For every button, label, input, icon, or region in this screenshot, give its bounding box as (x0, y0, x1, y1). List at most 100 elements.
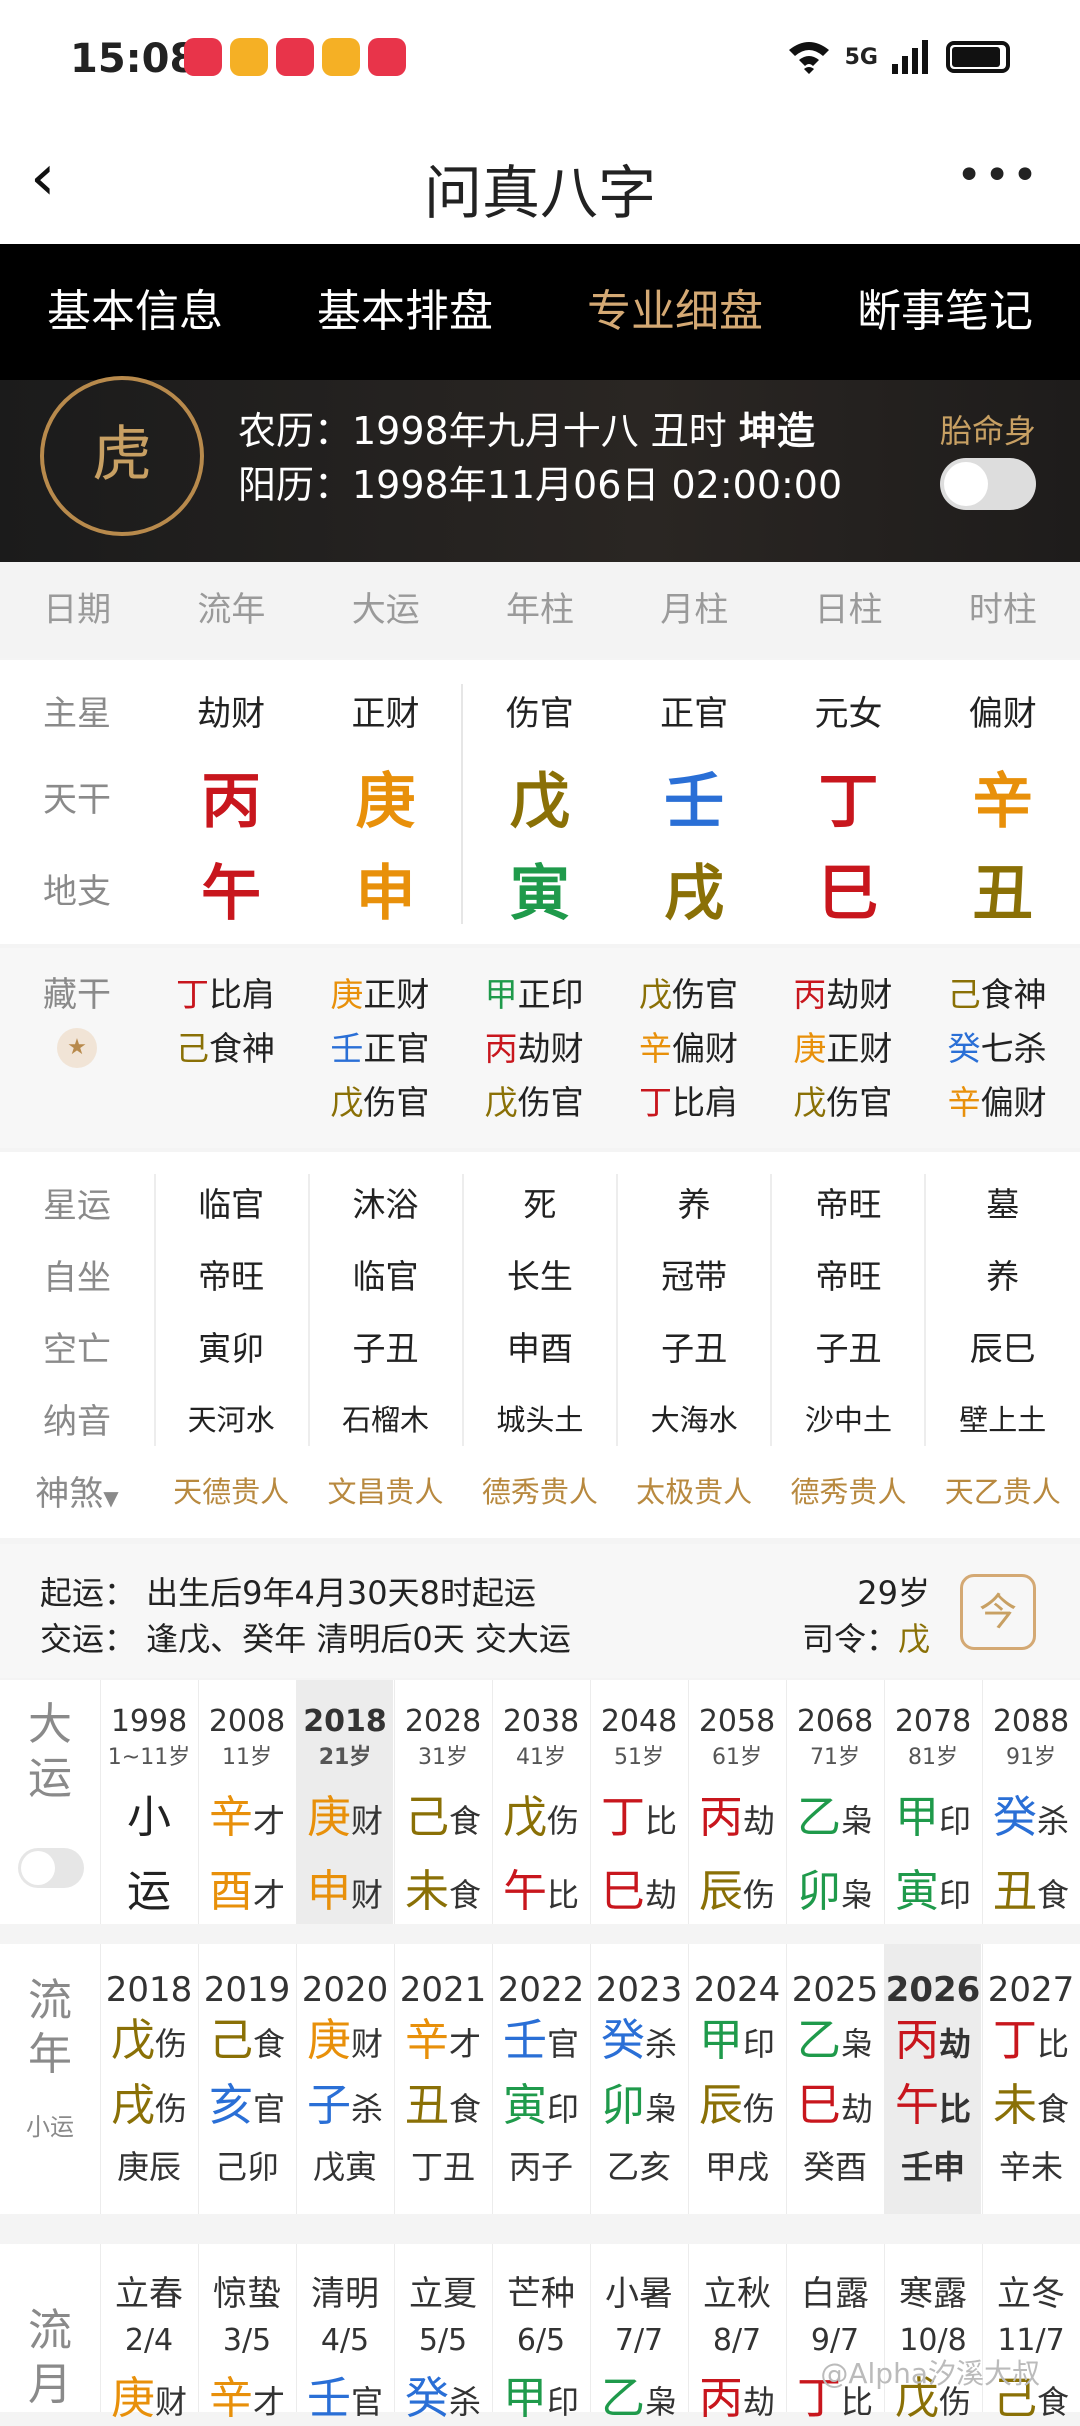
dayun-column[interactable]: 1998 1~11岁小运 (100, 1680, 197, 1924)
dayun-strip: 大运 1998 1~11岁小运 2008 11岁 辛才 酉才 2018 21岁 庚财 申财 2028… (0, 1680, 1080, 1924)
solar-term: 惊蛰 (213, 2274, 281, 2314)
liunian-stem: 甲印 (689, 2010, 785, 2075)
liunian-year: 2027 (987, 1970, 1075, 2010)
stem-cell: 庚 (355, 766, 416, 837)
hidden-stems-col: 丙劫财 庚正财 戊伤官 (771, 968, 925, 1130)
taimingshen-toggle[interactable] (940, 458, 1036, 510)
liunian-year: 2018 (105, 1970, 193, 2010)
stem-char: 辛 (209, 2373, 253, 2424)
hidden-stem-item: 庚正财 (771, 1022, 925, 1076)
dayun-branch: 午比 (493, 1855, 589, 1919)
dayun-column[interactable]: 2068 71岁 乙枭 卯枭 (786, 1680, 883, 1924)
branch-char: 亥 (209, 2080, 253, 2131)
liuyue-column[interactable]: 小暑 7/7 乙枭 (590, 2244, 687, 2424)
shensha-cell[interactable]: 德秀贵人 (771, 1469, 925, 1511)
liunian-column[interactable]: 2022 壬官 寅印 丙子 (492, 1944, 589, 2214)
branch-char: 巳 (601, 1866, 645, 1917)
shensha-cell[interactable]: 文昌贵人 (308, 1469, 462, 1511)
ten-god-short: 比 (645, 1802, 678, 1840)
dayun-year: 2088 (992, 1704, 1070, 1739)
dayun-column[interactable]: 2088 91岁 癸杀 丑食 (982, 1680, 1079, 1924)
tab-basic-chart[interactable]: 基本排盘 (270, 244, 540, 380)
ten-god-short: 才 (253, 1876, 286, 1914)
calendar-today-icon[interactable]: 今 (960, 1574, 1036, 1650)
zizuo-row: 自坐 帝旺 临官 长生 冠带 帝旺 养 (0, 1238, 1080, 1310)
liuyue-column[interactable]: 立春 2/4 庚财 (100, 2244, 197, 2424)
shensha-cell[interactable]: 天德贵人 (154, 1469, 308, 1511)
liuyue-column[interactable]: 立夏 5/5 癸杀 (394, 2244, 491, 2424)
branch-cell: 丑 (972, 858, 1033, 929)
liuyue-column[interactable]: 清明 4/5 壬官 (296, 2244, 393, 2424)
liunian-column[interactable]: 2024 甲印 辰伤 甲戌 (688, 1944, 785, 2214)
branch-char: 寅 (503, 2080, 547, 2131)
stem-cell: 戊 (509, 766, 570, 837)
column-divider (770, 1174, 772, 1446)
liunian-column[interactable]: 2023 癸杀 卯枭 乙亥 (590, 1944, 687, 2214)
ten-god-short: 劫 (939, 2025, 972, 2063)
kongwang-cell: 子丑 (815, 1329, 882, 1368)
row-label: 地支 (43, 871, 111, 912)
stem-char: 己 (405, 1792, 449, 1843)
dayun-column[interactable]: 2078 81岁 甲印 寅印 (884, 1680, 981, 1924)
dayun-column[interactable]: 2058 61岁 丙劫 辰伤 (688, 1680, 785, 1924)
tab-professional-chart[interactable]: 专业细盘 (540, 244, 810, 380)
liunian-column[interactable]: 2018 戊伤 戌伤 庚辰 (100, 1944, 197, 2214)
more-options-icon[interactable]: ••• (956, 150, 1040, 201)
shensha-cell[interactable]: 天乙贵人 (926, 1469, 1080, 1511)
shensha-cell[interactable]: 太极贵人 (617, 1469, 771, 1511)
dayun-toggle[interactable] (18, 1848, 84, 1888)
liunian-column[interactable]: 2020 庚财 子杀 戊寅 (296, 1944, 393, 2214)
liuyue-column[interactable]: 芒种 6/5 甲印 (492, 2244, 589, 2424)
shensha-cell[interactable]: 德秀贵人 (463, 1469, 617, 1511)
ten-god: 正官 (363, 1029, 430, 1068)
row-label: 神煞 (35, 1473, 104, 1514)
xiaoyun-label[interactable]: 小运 (0, 2100, 100, 2154)
ten-god-short: 伤 (743, 2090, 776, 2128)
liunian-column[interactable]: 2021 辛才 丑食 丁丑 (394, 1944, 491, 2214)
liunian-branch: 未食 (983, 2075, 1079, 2140)
ten-god-short: 食 (449, 1876, 482, 1914)
tab-basic-info[interactable]: 基本信息 (0, 244, 270, 380)
row-label: 主星 (43, 693, 111, 734)
liunian-column[interactable]: 2025 乙枭 巳劫 癸酉 (786, 1944, 883, 2214)
kongwang-cell: 寅卯 (198, 1329, 265, 1368)
liunian-column[interactable]: 2026 丙劫 午比 壬申 (884, 1944, 981, 2214)
liuyue-stem: 丙劫 (689, 2362, 785, 2426)
ten-god-short: 枭 (841, 1876, 874, 1914)
dayun-column[interactable]: 2028 31岁 己食 未食 (394, 1680, 491, 1924)
liuyue-column[interactable]: 惊蛰 3/5 辛才 (198, 2244, 295, 2424)
dayun-column[interactable]: 2008 11岁 辛才 酉才 (198, 1680, 295, 1924)
branch-char: 戌 (111, 2080, 155, 2131)
liunian-column[interactable]: 2027 丁比 未食 辛未 (982, 1944, 1079, 2214)
dayun-column[interactable]: 2038 41岁 戊伤 午比 (492, 1680, 589, 1924)
solar-term-date: 2/4 (124, 2323, 174, 2358)
shensha-dropdown[interactable]: 神煞▼ (0, 1466, 154, 1515)
pillar-column-headers: 日期 流年 大运 年柱 月柱 日柱 时柱 (0, 562, 1080, 658)
hidden-stem: 戊 (330, 1083, 364, 1122)
liuyue-column[interactable]: 立秋 8/7 丙劫 (688, 2244, 785, 2424)
hidden-stem-item: 丙劫财 (463, 1022, 617, 1076)
hidden-stem: 戊 (638, 975, 672, 1014)
dayun-stem: 丁比 (591, 1781, 687, 1845)
liunian-column[interactable]: 2019 己食 亥官 己卯 (198, 1944, 295, 2214)
liuyue-stem: 壬官 (297, 2362, 393, 2426)
dayun-column[interactable]: 2018 21岁 庚财 申财 (296, 1680, 393, 1924)
dayun-column[interactable]: 2048 51岁 丁比 巳劫 (590, 1680, 687, 1924)
ten-god-short: 伤 (155, 2025, 188, 2063)
solar-term: 白露 (801, 2274, 869, 2314)
hidden-stems-col: 己食神 癸七杀 辛偏财 (926, 968, 1080, 1130)
notification-icons (184, 38, 406, 76)
liunian-year: 2023 (595, 1970, 683, 2010)
liunian-branch: 寅印 (493, 2075, 589, 2140)
nayin-cell: 天河水 (187, 1403, 275, 1437)
tab-notes[interactable]: 断事笔记 (810, 244, 1080, 380)
liunian-stem: 辛才 (395, 2010, 491, 2075)
ten-god: 劫财 (826, 975, 893, 1014)
main-star-cell: 伤官 (505, 693, 574, 734)
ten-god: 伤官 (363, 1083, 430, 1122)
ten-god: 偏财 (980, 1083, 1047, 1122)
branch-char: 丑 (405, 2080, 449, 2131)
stem-cell: 丙 (201, 766, 262, 837)
gender-label: 坤造 (738, 409, 815, 453)
pin-icon[interactable]: ★ (57, 1028, 97, 1068)
